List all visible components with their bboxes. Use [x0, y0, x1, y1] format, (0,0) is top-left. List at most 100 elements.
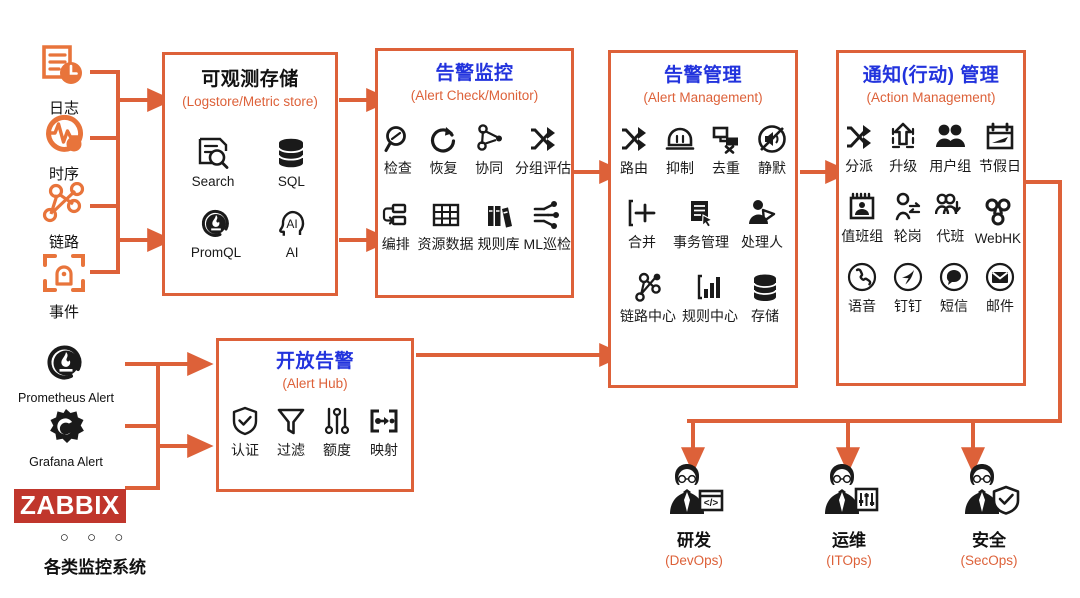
monitor-item-orchestrate[interactable]: 编排	[378, 200, 414, 254]
action-item-escalate[interactable]: 升级	[883, 122, 923, 176]
panel-alert-monitor[interactable]: 告警监控 (Alert Check/Monitor) 检查 恢复 协同 分组评估…	[375, 48, 574, 298]
hub-item-quota[interactable]: 额度	[316, 406, 358, 460]
sliders-icon	[322, 406, 352, 436]
hub-item-filter[interactable]: 过滤	[270, 406, 312, 460]
rotation-icon	[893, 192, 923, 222]
itops-person-icon	[817, 462, 881, 521]
dingtalk-icon	[893, 262, 923, 292]
management-item-trace-center[interactable]: 链路中心	[620, 272, 676, 326]
developer-person-icon: </>	[662, 462, 726, 521]
panel-action-management[interactable]: 通知(行动) 管理 (Action Management) 分派 升级 用户组 …	[836, 50, 1026, 386]
monitor-item-collab[interactable]: 协同	[469, 124, 509, 178]
storage-item-search[interactable]: Search	[192, 136, 234, 189]
storage-item-ai[interactable]: AI AI	[275, 207, 309, 260]
source-trace: 链路	[34, 181, 94, 252]
database-icon	[274, 136, 308, 170]
action-item-voice[interactable]: 语音	[842, 262, 882, 316]
persona-itops: 运维 (ITOps)	[793, 462, 905, 568]
management-item-handler[interactable]: 处理人	[738, 198, 786, 252]
item-label: PromQL	[190, 245, 242, 261]
item-label: 事务管理	[673, 234, 729, 251]
item-label: WebHK	[974, 231, 1021, 247]
monitor-sources-caption: ○ ○ ○ 各类监控系统	[20, 530, 170, 578]
action-item-dingtalk[interactable]: 钉钉	[888, 262, 928, 316]
action-item-user-group[interactable]: 用户组	[927, 122, 973, 176]
management-item-storage[interactable]: 存储	[744, 272, 786, 326]
trace-topology-icon	[41, 181, 87, 229]
monitor-item-check[interactable]: 检查	[378, 124, 418, 178]
action-row-3: 语音 钉钉 短信 邮件	[839, 262, 1023, 316]
action-item-webhook[interactable]: WebHK	[973, 197, 1023, 246]
management-row-1: 路由 抑制 去重 静默	[611, 124, 795, 178]
monitor-item-ml-inspect[interactable]: ML巡检	[524, 200, 571, 254]
storage-item-sql[interactable]: SQL	[274, 136, 308, 189]
hub-item-mapping[interactable]: 映射	[362, 406, 406, 460]
rule-chart-icon	[695, 272, 725, 302]
source-event: 事件	[34, 252, 94, 322]
item-label: 短信	[940, 298, 968, 315]
escalate-up-icon	[888, 122, 918, 152]
storage-row-1: Search SQL	[165, 136, 335, 189]
action-item-email[interactable]: 邮件	[980, 262, 1020, 316]
action-item-substitute[interactable]: 代班	[930, 192, 971, 246]
persona-name: 安全	[972, 531, 1006, 550]
management-item-dedupe[interactable]: 去重	[705, 124, 747, 178]
prometheus-icon	[44, 342, 88, 389]
action-item-oncall-group[interactable]: 值班组	[839, 192, 885, 246]
webhook-icon	[983, 197, 1013, 227]
management-item-merge[interactable]: 合并	[620, 198, 664, 252]
action-item-dispatch[interactable]: 分派	[839, 122, 879, 176]
action-item-holiday[interactable]: 节假日	[977, 122, 1023, 176]
orchestrate-icon	[381, 200, 411, 230]
item-label: 存储	[751, 308, 779, 325]
action-item-sms[interactable]: 短信	[934, 262, 974, 316]
monitor-item-resource-data[interactable]: 资源数据	[418, 200, 474, 254]
source-prometheus-alert: Prometheus Alert	[6, 342, 126, 405]
item-label: 去重	[712, 160, 740, 177]
shuffle-icon	[844, 122, 874, 152]
prometheus-icon	[199, 207, 233, 241]
monitor-item-recover[interactable]: 恢复	[424, 124, 464, 178]
search-document-icon	[196, 136, 230, 170]
panel-title: 告警监控	[435, 63, 514, 84]
item-label: 代班	[936, 228, 965, 245]
users-group-icon	[935, 122, 966, 152]
storage-item-promql[interactable]: PromQL	[191, 207, 241, 260]
management-item-ticket[interactable]: 事务管理	[672, 198, 730, 252]
panel-alert-hub[interactable]: 开放告警 (Alert Hub) 认证 过滤 额度 映射	[216, 338, 414, 492]
merge-icon	[627, 198, 657, 228]
ai-head-icon: AI	[275, 207, 309, 241]
panel-subtitle: (Alert Check/Monitor)	[410, 87, 539, 103]
source-label: 事件	[48, 304, 79, 321]
email-icon	[985, 262, 1015, 292]
metric-pulse-icon	[41, 112, 87, 161]
collaborate-node-icon	[474, 124, 504, 154]
refresh-icon	[429, 124, 459, 154]
item-label: 静默	[758, 160, 786, 177]
persona-en: (ITOps)	[826, 553, 872, 568]
management-item-rule-center[interactable]: 规则中心	[682, 272, 738, 326]
hub-item-auth[interactable]: 认证	[224, 406, 266, 460]
item-label: 处理人	[741, 234, 783, 251]
panel-subtitle: (Alert Management)	[643, 89, 763, 105]
monitor-row-2: 编排 资源数据 规则库 ML巡检	[378, 200, 571, 254]
panel-observable-storage[interactable]: 可观测存储 (Logstore/Metric store) Search SQL…	[162, 52, 338, 296]
management-item-route[interactable]: 路由	[613, 124, 655, 178]
svg-text:</>: </>	[704, 498, 719, 509]
action-item-rotation[interactable]: 轮岗	[887, 192, 928, 246]
panel-subtitle: (Logstore/Metric store)	[182, 93, 318, 109]
panel-title: 开放告警	[275, 351, 354, 372]
monitor-item-rule-lib[interactable]: 规则库	[478, 200, 520, 254]
sms-bubble-icon	[939, 262, 969, 292]
item-label: 节假日	[979, 158, 1022, 175]
management-item-silence[interactable]: 静默	[751, 124, 793, 178]
monitor-item-group-eval[interactable]: 分组评估	[515, 124, 571, 178]
grafana-icon	[44, 408, 88, 453]
management-item-suppress[interactable]: 抑制	[659, 124, 701, 178]
handler-person-icon	[747, 198, 777, 228]
ml-flow-icon	[532, 200, 562, 230]
item-label: 资源数据	[417, 236, 474, 253]
substitute-icon	[935, 192, 965, 222]
panel-alert-management[interactable]: 告警管理 (Alert Management) 路由 抑制 去重 静默 合并 事…	[608, 50, 798, 388]
zabbix-logo: ZABBIX	[14, 489, 126, 523]
